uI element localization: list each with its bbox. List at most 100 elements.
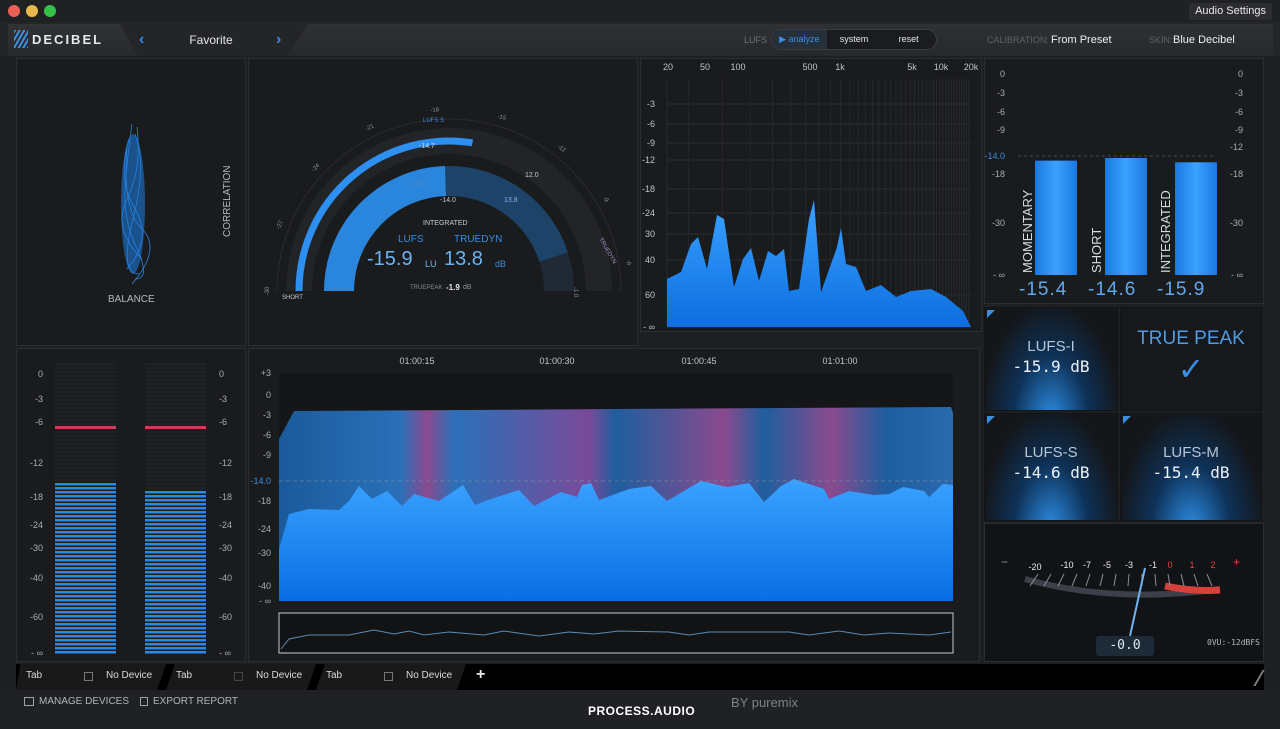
vu-minus-label: − <box>1001 555 1008 569</box>
device-tab[interactable]: Tab No Device <box>16 664 166 690</box>
truedyn-arc-fill <box>445 166 568 263</box>
meter-scale-right: - ∞ <box>219 648 231 658</box>
tab-label: Tab <box>326 670 343 681</box>
history-db-label: -18 <box>258 496 271 506</box>
meter-segment <box>145 479 206 482</box>
integrated-label: INTEGRATED <box>423 220 468 227</box>
meter-segment <box>55 615 116 618</box>
meter-segment <box>145 423 206 426</box>
lufs-s-tile[interactable]: LUFS-S -14.6 dB <box>984 413 1118 521</box>
vu-scale-label: 2 <box>1210 560 1215 570</box>
meter-segment <box>145 535 206 538</box>
lufs-label: LUFS <box>398 234 424 245</box>
gauge-tick-label: -12 <box>556 144 567 154</box>
spectrum-analyzer-panel: 20 50 100 500 1k 5k 10k 20k -3 -6 -9 -12 -18 -24 30 40 6… <box>640 58 982 332</box>
meter-segment <box>55 627 116 630</box>
resize-handle-icon[interactable] <box>1239 670 1265 686</box>
close-window-button[interactable] <box>8 5 20 17</box>
scale-right-label: -9 <box>1235 125 1243 135</box>
scale-right-label: -30 <box>1230 218 1243 228</box>
meter-segment <box>145 503 206 506</box>
system-button[interactable]: system <box>827 30 882 49</box>
app-name: DECIBEL <box>32 31 104 47</box>
device-tab[interactable]: Tab No Device <box>166 664 316 690</box>
loudness-bar <box>1035 160 1077 275</box>
previous-preset-chevron-icon[interactable]: ‹ <box>139 31 144 49</box>
meter-segment <box>145 471 206 474</box>
meter-segment <box>55 583 116 586</box>
next-preset-chevron-icon[interactable]: › <box>276 31 281 49</box>
vu-tick <box>1193 573 1199 587</box>
meter-scale-left: - ∞ <box>31 648 43 658</box>
meter-segment <box>55 487 116 490</box>
meter-segment <box>55 467 116 470</box>
meter-segment <box>145 555 206 558</box>
meter-segment <box>145 591 206 594</box>
skin-dropdown[interactable]: Blue Decibel <box>1173 34 1235 46</box>
meter-segment <box>55 379 116 382</box>
preset-name[interactable]: Favorite <box>155 33 267 47</box>
lufs-i-tile[interactable]: LUFS-I -15.9 dB <box>984 307 1118 411</box>
truedyn-label: TRUEDYN <box>454 234 503 245</box>
history-db-label: -24 <box>258 524 271 534</box>
history-db-label: -9 <box>263 450 271 460</box>
meter-segment <box>55 515 116 518</box>
meter-segment <box>145 507 206 510</box>
meter-segment <box>145 519 206 522</box>
vu-scale-label: -20 <box>1028 562 1041 572</box>
meter-segment <box>55 579 116 582</box>
scale-left-label: -3 <box>997 88 1005 98</box>
add-tab-button[interactable]: + <box>476 666 485 684</box>
truepeak-value: -1.9 <box>446 283 460 292</box>
db-tick-label: 60 <box>645 290 655 300</box>
minimize-window-button[interactable] <box>26 5 38 17</box>
scale-left-label: 0 <box>1000 69 1005 79</box>
vu-scale-label: -10 <box>1060 560 1073 570</box>
freq-tick-label: 20k <box>964 62 979 72</box>
zoom-window-button[interactable] <box>44 5 56 17</box>
db-tick-label: -3 <box>647 99 655 109</box>
meter-segment <box>55 451 116 454</box>
integrated-arc-fill <box>324 166 447 292</box>
tile-corner-icon <box>987 310 995 318</box>
peak-level-meters-panel: 0 0 -3 -3 -6 -6 -12 -12 -18 -18 -24 -24 -30 -30 -40 -40… <box>16 348 246 662</box>
device-tab[interactable]: Tab No Device <box>316 664 466 690</box>
db-tick-label: - ∞ <box>643 322 655 332</box>
title-bar: Audio Settings <box>0 0 1280 22</box>
meter-segment <box>145 547 206 550</box>
truedyn-inner-marker: 13.8 <box>504 197 518 204</box>
analyze-button[interactable]: ▶ analyze <box>772 30 827 49</box>
calibration-dropdown[interactable]: From Preset <box>1051 34 1112 46</box>
scale-right-label: -6 <box>1235 107 1243 117</box>
freq-tick-label: 10k <box>934 62 949 72</box>
db-tick-label: -24 <box>642 208 655 218</box>
meter-segment <box>55 543 116 546</box>
scale-right-label: -12 <box>1230 142 1243 152</box>
momentary-history-area <box>279 479 953 601</box>
meter-segment <box>145 363 206 366</box>
integrated-bar-label: INTEGRATED <box>1158 190 1173 273</box>
export-report-button[interactable]: EXPORT REPORT <box>140 696 238 707</box>
true-peak-tile[interactable]: TRUE PEAK ✓ <box>1120 307 1262 411</box>
tab-device-label: No Device <box>256 670 303 681</box>
meter-segment <box>145 523 206 526</box>
calibration-label: CALIBRATION: <box>987 35 1049 45</box>
momentary-readout: -15.4 <box>1019 279 1068 300</box>
gauge-tick-label: -27 <box>276 219 285 230</box>
meter-segment <box>145 615 206 618</box>
meter-segment <box>55 551 116 554</box>
meter-segment <box>55 555 116 558</box>
freq-tick-label: 100 <box>730 62 745 72</box>
meter-segment <box>145 603 206 606</box>
meter-segment <box>55 575 116 578</box>
true-peak-check-icon: ✓ <box>1177 351 1205 387</box>
scale-left-label: -30 <box>992 218 1005 228</box>
meter-segment <box>55 559 116 562</box>
meter-segment <box>55 539 116 542</box>
reset-button[interactable]: reset <box>881 30 936 49</box>
lufs-m-tile[interactable]: LUFS-M -15.4 dB <box>1120 413 1262 521</box>
meter-segment <box>145 511 206 514</box>
audio-settings-button[interactable]: Audio Settings <box>1189 3 1272 20</box>
manage-devices-button[interactable]: MANAGE DEVICES <box>24 696 129 707</box>
truedyn-unit: dB <box>495 259 507 269</box>
